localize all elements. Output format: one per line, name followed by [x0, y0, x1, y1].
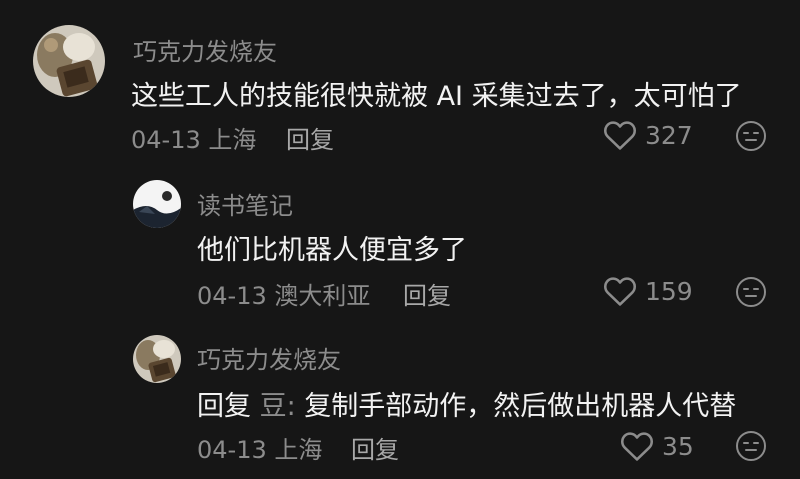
- comment-meta: 04-13 上海: [197, 430, 322, 465]
- like-count: 35: [662, 431, 694, 461]
- like-count: 327: [645, 120, 693, 150]
- neutral-face-icon: [736, 121, 766, 151]
- reply-target-user[interactable]: 豆:: [260, 391, 296, 422]
- username[interactable]: 读书笔记: [197, 186, 293, 221]
- reply-button[interactable]: 回复: [351, 430, 399, 465]
- username[interactable]: 巧克力发烧友: [197, 340, 341, 375]
- heart-outline-icon: [603, 121, 637, 150]
- comment-location: 澳大利亚: [274, 282, 371, 310]
- avatar-image: [133, 335, 181, 383]
- like-count: 159: [645, 276, 693, 306]
- avatar[interactable]: [33, 25, 105, 97]
- avatar-image: [33, 25, 105, 97]
- avatar[interactable]: [133, 180, 181, 228]
- comment-text: 他们比机器人便宜多了: [197, 235, 467, 266]
- reply-button[interactable]: 回复: [403, 276, 451, 311]
- comment-location: 上海: [274, 436, 323, 464]
- username[interactable]: 巧克力发烧友: [133, 32, 277, 67]
- comment-date: 04-13: [197, 282, 267, 310]
- avatar-image: [133, 180, 181, 228]
- heart-outline-icon: [620, 432, 654, 461]
- comment-date: 04-13: [131, 126, 201, 154]
- comment-text: 回复 豆: 复制手部动作，然后做出机器人代替: [197, 384, 736, 423]
- reaction-button[interactable]: [735, 276, 767, 312]
- comment-body: 复制手部动作，然后做出机器人代替: [304, 391, 737, 422]
- avatar[interactable]: [133, 335, 181, 383]
- reply-prefix: 回复: [197, 391, 251, 422]
- neutral-face-icon: [736, 277, 766, 307]
- comment-meta: 04-13 澳大利亚: [197, 276, 370, 311]
- heart-outline-icon: [603, 277, 637, 306]
- reaction-button[interactable]: [735, 430, 767, 466]
- reply-button[interactable]: 回复: [286, 120, 334, 155]
- like-button[interactable]: 327: [603, 119, 693, 151]
- comment-location: 上海: [208, 126, 257, 154]
- neutral-face-icon: [736, 431, 766, 461]
- comment-meta: 04-13 上海: [131, 120, 256, 155]
- comment-date: 04-13: [197, 436, 267, 464]
- like-button[interactable]: 159: [603, 275, 693, 307]
- reaction-button[interactable]: [735, 120, 767, 156]
- comment-text: 这些工人的技能很快就被 AI 采集过去了，太可怕了: [131, 81, 742, 112]
- like-button[interactable]: 35: [620, 430, 694, 462]
- comment-thread: 巧克力发烧友 这些工人的技能很快就被 AI 采集过去了，太可怕了 04-13 上…: [0, 0, 800, 479]
